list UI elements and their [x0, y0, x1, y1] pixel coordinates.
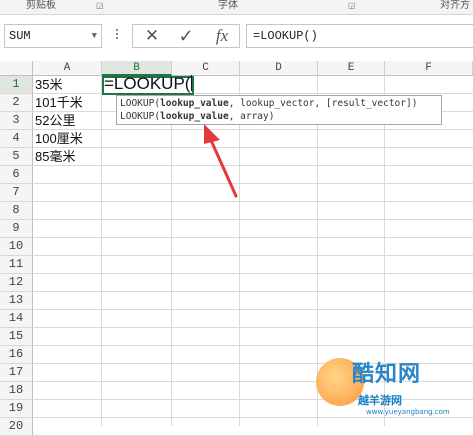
row-header-14[interactable]: 14	[0, 310, 33, 328]
name-box[interactable]: SUM ▼	[4, 24, 102, 48]
ribbon-group-labels: 剪贴板 ◲ 字体 ◲ 对齐方	[0, 0, 473, 15]
column-gridline	[239, 76, 240, 426]
name-box-value: SUM	[9, 29, 31, 43]
arrow-head	[204, 124, 220, 144]
row-gridline	[33, 345, 473, 346]
row-gridline	[33, 273, 473, 274]
dialog-launcher-icon[interactable]: ◲	[96, 0, 104, 12]
insert-function-icon[interactable]: fx	[207, 25, 237, 47]
row-gridline	[33, 327, 473, 328]
formula-input[interactable]: =LOOKUP()	[246, 24, 473, 48]
logo-url: www.yueyangbang.com	[366, 408, 450, 416]
formula-buttons: ✕ ✓ fx	[132, 24, 240, 48]
row-header-10[interactable]: 10	[0, 238, 33, 256]
logo-title: 酷知网	[352, 362, 422, 387]
chevron-down-icon[interactable]: ▼	[92, 25, 97, 47]
logo-subtitle: 越羊游网	[358, 394, 402, 407]
ribbon-group-font: 字体	[218, 0, 238, 11]
cancel-icon[interactable]: ✕	[137, 25, 167, 47]
row-gridline	[33, 201, 473, 202]
row-gridline	[33, 147, 473, 148]
tooltip-signature-1[interactable]: LOOKUP(lookup_value, lookup_vector, [res…	[120, 97, 438, 110]
cell-a5[interactable]: 85毫米	[33, 148, 75, 166]
row-gridline	[33, 129, 473, 130]
tooltip-signature-2[interactable]: LOOKUP(lookup_value, array)	[120, 110, 438, 123]
column-header-e[interactable]: E	[318, 61, 385, 76]
row-header-4[interactable]: 4	[0, 130, 33, 148]
row-header-8[interactable]: 8	[0, 202, 33, 220]
row-header-12[interactable]: 12	[0, 274, 33, 292]
cell-a1[interactable]: 35米	[33, 76, 62, 94]
row-header-6[interactable]: 6	[0, 166, 33, 184]
row-header-19[interactable]: 19	[0, 400, 33, 418]
row-gridline	[33, 93, 473, 94]
column-header-a[interactable]: A	[33, 61, 102, 76]
ribbon-group-clipboard: 剪贴板	[26, 0, 56, 11]
row-gridline	[33, 255, 473, 256]
formula-bar-area: SUM ▼ ✕ ✓ fx =LOOKUP()	[0, 15, 473, 61]
row-header-16[interactable]: 16	[0, 346, 33, 364]
row-gridline	[33, 183, 473, 184]
select-all-corner[interactable]	[0, 61, 33, 76]
column-header-d[interactable]: D	[240, 61, 318, 76]
row-header-11[interactable]: 11	[0, 256, 33, 274]
drag-handle-icon[interactable]	[114, 27, 120, 45]
row-header-2[interactable]: 2	[0, 94, 33, 112]
row-gridline	[33, 165, 473, 166]
text-cursor	[191, 75, 193, 91]
row-gridline	[33, 219, 473, 220]
column-gridline	[171, 76, 172, 426]
row-header-17[interactable]: 17	[0, 364, 33, 382]
row-gridline	[33, 309, 473, 310]
row-header-7[interactable]: 7	[0, 184, 33, 202]
cell-a3[interactable]: 52公里	[33, 112, 75, 130]
column-gridline	[101, 76, 102, 426]
row-header-9[interactable]: 9	[0, 220, 33, 238]
row-header-1[interactable]: 1	[0, 76, 33, 94]
row-gridline	[33, 291, 473, 292]
enter-check-icon[interactable]: ✓	[171, 25, 201, 47]
row-header-20[interactable]: 20	[0, 418, 33, 436]
row-header-13[interactable]: 13	[0, 292, 33, 310]
column-header-f[interactable]: F	[385, 61, 473, 76]
ribbon-group-alignment: 对齐方	[440, 0, 470, 11]
row-header-3[interactable]: 3	[0, 112, 33, 130]
cell-a4[interactable]: 100厘米	[33, 130, 83, 148]
active-cell-editor[interactable]: =LOOKUP(	[104, 73, 193, 95]
function-tooltip: LOOKUP(lookup_value, lookup_vector, [res…	[116, 95, 442, 125]
row-header-15[interactable]: 15	[0, 328, 33, 346]
row-header-18[interactable]: 18	[0, 382, 33, 400]
cell-a2[interactable]: 101千米	[33, 94, 83, 112]
dialog-launcher-icon[interactable]: ◲	[348, 0, 356, 12]
row-header-5[interactable]: 5	[0, 148, 33, 166]
watermark-logo: 酷知网 越羊游网 www.yueyangbang.com	[310, 348, 473, 426]
row-gridline	[33, 237, 473, 238]
